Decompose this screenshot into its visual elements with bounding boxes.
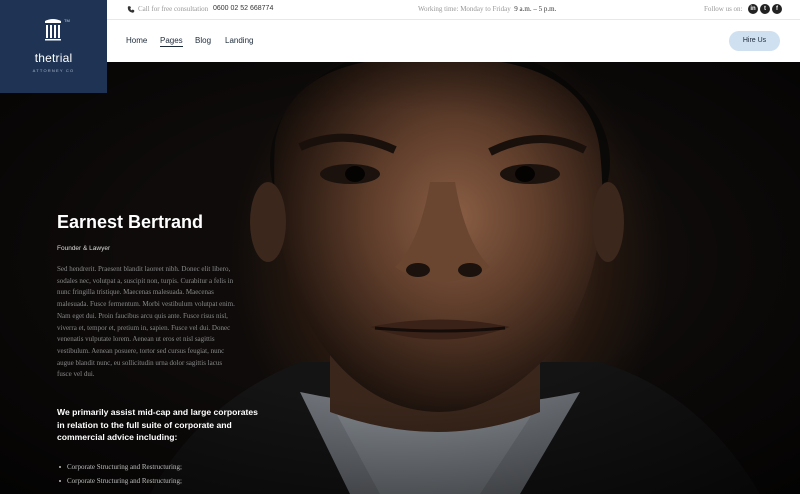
services-lead: We primarily assist mid-cap and large co… — [57, 407, 258, 442]
trademark-mark: TM — [64, 18, 70, 23]
hire-us-button[interactable]: Hire Us — [729, 31, 780, 51]
main-nav: Home Pages Blog Landing Hire Us — [107, 20, 800, 62]
working-hours-value: 9 a.m. – 5 p.m. — [514, 5, 557, 13]
columns-icon — [45, 19, 61, 41]
top-bar: Call for free consultation 0600 02 52 66… — [107, 0, 800, 20]
follow-us-label: Follow us on: — [704, 5, 743, 13]
nav-pages[interactable]: Pages — [160, 36, 183, 47]
hero-section: Earnest Bertrand Founder & Lawyer Sed he… — [0, 62, 800, 494]
working-hours-label: Working time: Monday to Friday — [418, 5, 511, 13]
logo-tagline: ATTORNEY CO — [32, 68, 75, 73]
nav-landing[interactable]: Landing — [225, 36, 253, 45]
bio-text: Sed hendrerit. Praesent blandit laoreet … — [57, 265, 235, 379]
list-item: Corporate Structuring and Restructuring; — [59, 460, 182, 474]
site-logo[interactable]: TM thetrial ATTORNEY CO — [0, 0, 107, 93]
twitter-icon[interactable]: t — [760, 4, 770, 14]
nav-blog[interactable]: Blog — [195, 36, 211, 45]
phone-icon — [127, 6, 135, 13]
services-list: Corporate Structuring and Restructuring;… — [59, 460, 182, 488]
phone-number[interactable]: 0600 02 52 668774 — [213, 5, 273, 12]
facebook-icon[interactable]: f — [772, 4, 782, 14]
logo-name: thetrial — [34, 51, 73, 65]
working-hours: Working time: Monday to Friday 9 a.m. – … — [418, 5, 556, 13]
list-item: Corporate Structuring and Restructuring; — [59, 474, 182, 488]
person-name: Earnest Bertrand — [57, 212, 204, 232]
nav-home[interactable]: Home — [126, 36, 147, 45]
site-header: Call for free consultation 0600 02 52 66… — [0, 0, 800, 62]
consultation-text: Call for free consultation — [138, 5, 209, 13]
person-role: Founder & Lawyer — [57, 245, 111, 252]
linkedin-icon[interactable]: in — [748, 4, 758, 14]
